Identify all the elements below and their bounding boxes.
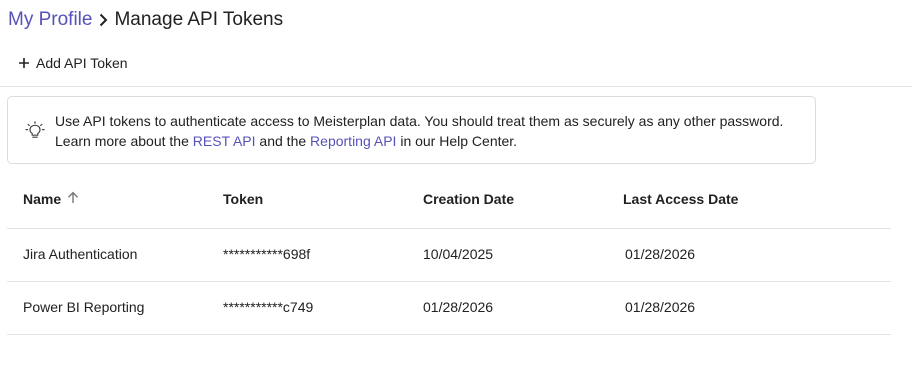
add-api-token-label: Add API Token (36, 55, 128, 71)
plus-icon (18, 57, 30, 69)
table-row[interactable]: Power BI Reporting ***********c749 01/28… (7, 282, 891, 335)
cell-creation-date: 10/04/2025 (423, 246, 494, 262)
info-line-2-middle: and the (255, 133, 311, 149)
info-line-1: Use API tokens to authenticate access to… (55, 113, 784, 129)
cell-token: ***********698f (223, 246, 311, 262)
cell-creation-date: 01/28/2026 (423, 299, 494, 315)
info-banner: Use API tokens to authenticate access to… (7, 96, 816, 164)
arrow-up-icon[interactable] (67, 191, 79, 207)
column-header-name-label: Name (23, 191, 62, 207)
breadcrumb-my-profile-link[interactable]: My Profile (8, 9, 92, 31)
column-header-creation-date[interactable]: Creation Date (423, 191, 514, 207)
column-header-name[interactable]: Name (23, 191, 79, 207)
cell-name: Power BI Reporting (23, 299, 145, 315)
chevron-right-icon (92, 13, 114, 27)
add-api-token-button[interactable]: Add API Token (12, 50, 134, 76)
cell-last-access-date: 01/28/2026 (625, 246, 696, 262)
table-row[interactable]: Jira Authentication ***********698f 10/0… (7, 228, 891, 282)
column-header-last-access-date[interactable]: Last Access Date (623, 191, 738, 207)
reporting-api-link[interactable]: Reporting API (310, 133, 396, 149)
cell-token: ***********c749 (223, 299, 314, 315)
lightbulb-icon (25, 121, 45, 146)
info-line-2-prefix: Learn more about the (55, 133, 193, 149)
cell-name: Jira Authentication (23, 246, 138, 262)
info-line-2-suffix: in our Help Center. (396, 133, 518, 149)
cell-last-access-date: 01/28/2026 (625, 299, 696, 315)
table-header: Name Token Creation Date Last Access Dat… (7, 174, 891, 228)
toolbar: Add API Token (0, 44, 912, 87)
info-line-2: Learn more about the REST API and the Re… (55, 131, 810, 151)
rest-api-link[interactable]: REST API (193, 133, 256, 149)
column-header-token[interactable]: Token (223, 191, 263, 207)
info-text: Use API tokens to authenticate access to… (55, 111, 810, 151)
breadcrumb: My Profile Manage API Tokens (8, 8, 283, 32)
page-title: Manage API Tokens (114, 9, 284, 30)
api-tokens-table: Name Token Creation Date Last Access Dat… (7, 174, 891, 335)
